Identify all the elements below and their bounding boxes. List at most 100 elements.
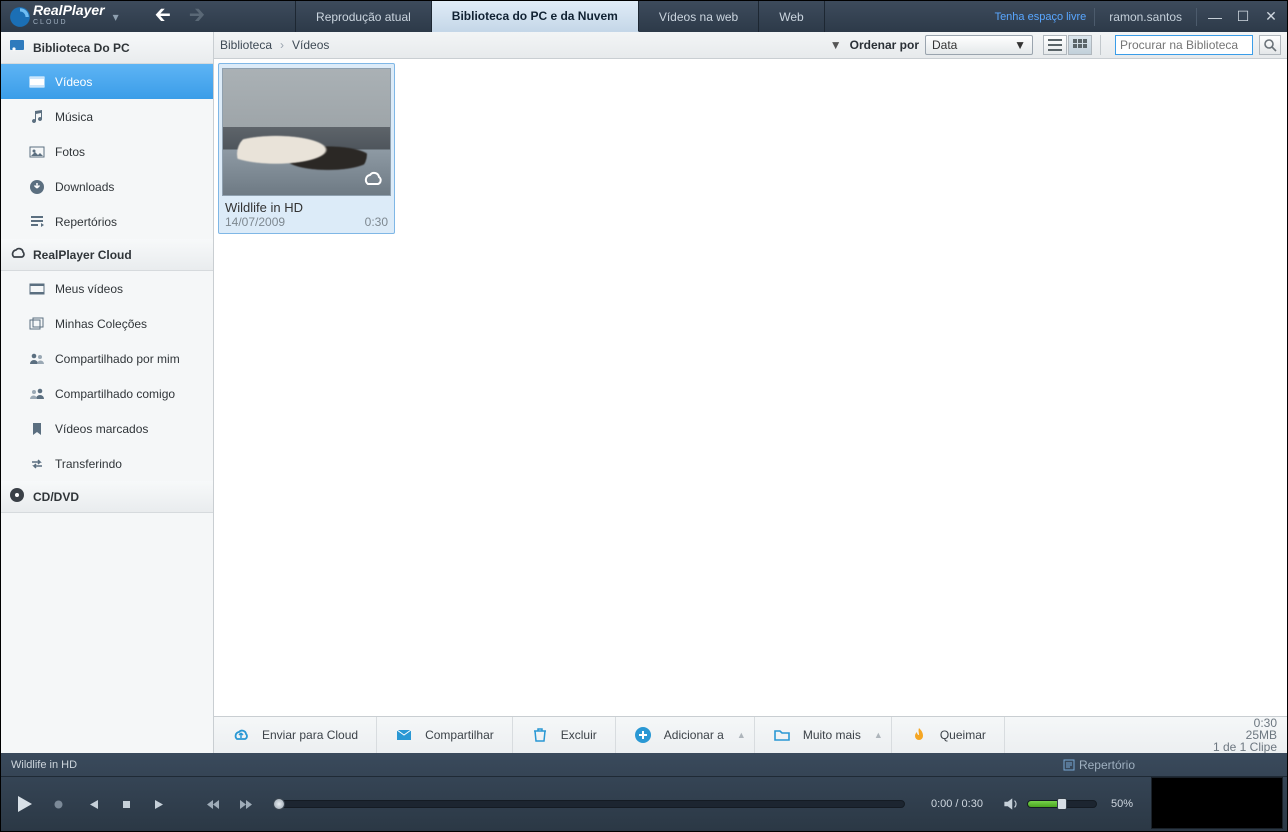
content-toolbar: Biblioteca › Vídeos ▼ Ordenar por Data ▼: [214, 32, 1287, 59]
prev-button[interactable]: [79, 791, 105, 817]
play-button[interactable]: [11, 791, 37, 817]
sidebar-item-shared-with-me[interactable]: Compartilhado comigo: [1, 376, 213, 411]
sidebar-item-label: Música: [55, 110, 93, 124]
forward-button[interactable]: [233, 791, 259, 817]
sidebar-item-label: Meus vídeos: [55, 282, 123, 296]
tab-web-videos[interactable]: Vídeos na web: [639, 1, 759, 32]
action-bar: Enviar para Cloud Compartilhar Excluir A…: [214, 716, 1287, 753]
logo-menu-arrow[interactable]: ▾: [113, 10, 119, 24]
action-label: Enviar para Cloud: [262, 728, 358, 742]
volume-knob[interactable]: [1057, 798, 1067, 810]
action-label: Queimar: [940, 728, 986, 742]
action-upload-cloud[interactable]: Enviar para Cloud: [214, 717, 377, 753]
sidebar-item-collections[interactable]: Minhas Coleções: [1, 306, 213, 341]
search-input[interactable]: [1115, 35, 1253, 55]
video-icon: [29, 281, 45, 297]
sort-value: Data: [932, 38, 957, 52]
player-bar: Wildlife in HD Repertório 0:00 / 0:30 50…: [1, 753, 1287, 831]
breadcrumb-separator: ›: [280, 38, 284, 52]
folder-icon: [773, 726, 791, 744]
sidebar-item-playlists[interactable]: Repertórios: [1, 204, 213, 239]
sidebar-item-label: Fotos: [55, 145, 85, 159]
nav-forward-icon: 🡲: [189, 0, 205, 34]
rewind-button[interactable]: [199, 791, 225, 817]
items-grid[interactable]: Wildlife in HD 14/07/20090:30: [214, 59, 1287, 716]
minimize-button[interactable]: —: [1205, 9, 1225, 25]
sidebar-item-label: Downloads: [55, 180, 114, 194]
now-playing-title: Wildlife in HD: [11, 759, 77, 771]
mini-player-preview[interactable]: [1151, 777, 1283, 829]
chevron-up-icon: ▲: [874, 730, 883, 740]
sidebar-item-videos[interactable]: Vídeos: [1, 64, 213, 99]
action-delete[interactable]: Excluir: [513, 717, 616, 753]
action-label: Muito mais: [803, 728, 861, 742]
view-grid-button[interactable]: [1068, 35, 1092, 55]
next-button[interactable]: [147, 791, 173, 817]
seek-knob[interactable]: [273, 798, 285, 810]
sidebar-item-music[interactable]: Música: [1, 99, 213, 134]
item-date: 14/07/2009: [225, 215, 285, 229]
sidebar-header-disc[interactable]: CD/DVD: [1, 481, 213, 513]
repertoire-link[interactable]: Repertório: [1063, 758, 1135, 772]
titlebar: RealPlayerCLOUD ▾ 🡰 🡲 Reprodução atual B…: [1, 1, 1287, 32]
sort-dropdown[interactable]: Data ▼: [925, 35, 1033, 55]
search-button[interactable]: [1259, 35, 1281, 55]
action-burn[interactable]: Queimar: [892, 717, 1005, 753]
sidebar: Biblioteca Do PC Vídeos Música Fotos Dow…: [1, 32, 214, 753]
close-button[interactable]: ✕: [1261, 9, 1281, 25]
sidebar-item-shared-by-me[interactable]: Compartilhado por mim: [1, 341, 213, 376]
sidebar-item-label: Compartilhado por mim: [55, 352, 180, 366]
view-list-button[interactable]: [1043, 35, 1067, 55]
stop-button[interactable]: [113, 791, 139, 817]
sidebar-item-my-videos[interactable]: Meus vídeos: [1, 271, 213, 306]
maximize-button[interactable]: ☐: [1233, 9, 1253, 25]
playlist-icon: [29, 214, 45, 230]
app-logo[interactable]: RealPlayerCLOUD ▾: [1, 1, 127, 32]
sidebar-item-downloads[interactable]: Downloads: [1, 169, 213, 204]
free-space-link[interactable]: Tenha espaço livre: [995, 11, 1087, 23]
tab-library[interactable]: Biblioteca do PC e da Nuvem: [432, 1, 639, 32]
action-label: Compartilhar: [425, 728, 494, 742]
volume-slider[interactable]: [1027, 800, 1097, 808]
tab-now-playing[interactable]: Reprodução atual: [295, 1, 432, 32]
video-icon: [29, 74, 45, 90]
sidebar-header-pc[interactable]: Biblioteca Do PC: [1, 32, 213, 64]
seek-bar[interactable]: [275, 800, 905, 808]
sidebar-item-bookmarked[interactable]: Vídeos marcados: [1, 411, 213, 446]
tab-web[interactable]: Web: [759, 1, 824, 32]
breadcrumb-item[interactable]: Vídeos: [292, 38, 329, 52]
trash-icon: [531, 726, 549, 744]
user-menu[interactable]: ramon.santos: [1103, 10, 1188, 24]
action-add-to[interactable]: Adicionar a ▲: [616, 717, 755, 753]
record-button[interactable]: [45, 791, 71, 817]
item-thumbnail[interactable]: [222, 68, 391, 196]
time-display: 0:00 / 0:30: [931, 798, 983, 810]
grid-item[interactable]: Wildlife in HD 14/07/20090:30: [218, 63, 395, 234]
sidebar-item-label: Transferindo: [55, 457, 122, 471]
selection-info: 0:30 25MB 1 de 1 Clipe: [1203, 717, 1287, 753]
item-duration: 0:30: [365, 215, 388, 229]
download-icon: [29, 179, 45, 195]
action-label: Excluir: [561, 728, 597, 742]
content-area: Biblioteca › Vídeos ▼ Ordenar por Data ▼: [214, 32, 1287, 753]
sidebar-item-transferring[interactable]: Transferindo: [1, 446, 213, 481]
transfer-icon: [29, 456, 45, 472]
chevron-up-icon: ▲: [737, 730, 746, 740]
sidebar-header-cloud[interactable]: RealPlayer Cloud: [1, 239, 213, 271]
sort-direction-icon[interactable]: ▼: [830, 38, 842, 52]
collection-icon: [29, 316, 45, 332]
breadcrumb-item[interactable]: Biblioteca: [220, 38, 272, 52]
action-more[interactable]: Muito mais ▲: [755, 717, 892, 753]
sidebar-item-label: Compartilhado comigo: [55, 387, 175, 401]
volume-icon[interactable]: [1001, 795, 1019, 813]
pc-library-icon: [9, 38, 25, 57]
action-label: Adicionar a: [664, 728, 724, 742]
share-icon: [395, 726, 413, 744]
photo-icon: [29, 144, 45, 160]
action-share[interactable]: Compartilhar: [377, 717, 513, 753]
sidebar-item-photos[interactable]: Fotos: [1, 134, 213, 169]
cloud-icon: [9, 245, 25, 264]
nav-back-icon[interactable]: 🡰: [155, 0, 171, 34]
sidebar-item-label: Repertórios: [55, 215, 117, 229]
main-tabs: Reprodução atual Biblioteca do PC e da N…: [295, 1, 825, 32]
